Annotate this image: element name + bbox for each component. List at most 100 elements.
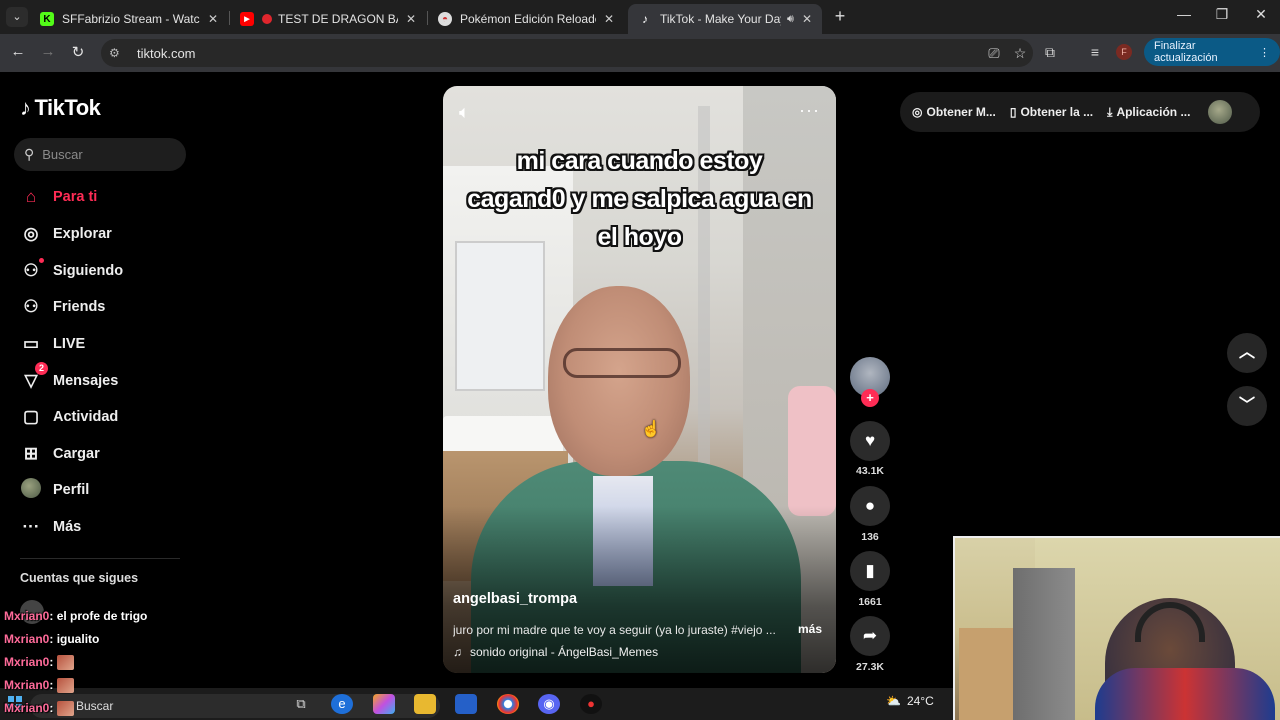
tab-youtube[interactable]: ▶ TEST DE DRAGON BALL 99,9 ✕ [230, 4, 426, 34]
volume-icon[interactable]: 🔈︎ [459, 102, 470, 123]
next-video-button[interactable]: ﹀ [1227, 386, 1267, 426]
video-username[interactable]: angelbasi_trompa [453, 591, 577, 607]
browser-toolbar: ← → ↻ ⚙ tiktok.com ⎚ ☆ ⧉ ≡ [0, 34, 1280, 72]
forward-button[interactable]: → [38, 43, 58, 60]
close-icon[interactable]: ✕ [208, 12, 218, 26]
compass-icon: ◎ [23, 224, 39, 243]
more-link[interactable]: más [798, 622, 822, 636]
sidebar-item-label: Friends [53, 299, 106, 315]
install-app-icon[interactable]: ⎚ [981, 45, 1007, 62]
chat-message: Mxrian0: [4, 678, 74, 694]
tab-kick[interactable]: K SFFabrizio Stream - Watch Live ✕ [30, 4, 228, 34]
tab-tiktok[interactable]: ♪ TikTok - Make Your Day 🔊︎ ✕ [628, 4, 822, 34]
comment-icon: ● [864, 496, 876, 515]
emote-icon [56, 655, 74, 671]
save-count: 1661 [858, 596, 882, 608]
close-icon[interactable]: ✕ [604, 12, 614, 26]
save-button[interactable]: ▮ [850, 551, 890, 591]
desktop-app-button[interactable]: ⤓ Aplicación ... [1107, 105, 1190, 120]
sidebar-item-cargar[interactable]: ⊞ Cargar [20, 442, 100, 466]
sidebar-item-label: LIVE [53, 336, 86, 352]
bookmark-star-icon[interactable]: ☆ [1007, 45, 1033, 62]
video-player[interactable]: mi cara cuando estoy cagand0 y me salpic… [443, 86, 836, 673]
close-icon[interactable]: ✕ [802, 12, 812, 26]
browser-tabbar: ⌄ K SFFabrizio Stream - Watch Live ✕ ▶ T… [0, 0, 1280, 34]
like-button[interactable]: ♥ [850, 421, 890, 461]
header-item-label: Obtener M... [926, 105, 996, 119]
previous-video-button[interactable]: ︿ [1227, 333, 1267, 373]
tab-title: SFFabrizio Stream - Watch Live [62, 12, 200, 26]
sidebar-item-mas[interactable]: ··· Más [20, 515, 82, 539]
chrome-icon[interactable] [497, 694, 519, 714]
sidebar-item-perfil[interactable]: Perfil [20, 477, 89, 502]
back-button[interactable]: ← [8, 43, 28, 60]
extensions-icon[interactable]: ⧉ [1040, 44, 1060, 61]
search-icon: ⚲ [24, 146, 35, 162]
sidebar-item-label: Para ti [53, 189, 98, 205]
reload-button[interactable]: ↻ [68, 43, 88, 61]
tab-pokemon[interactable]: ◓ Pokémon Edición Reloaded ✕ [428, 4, 624, 34]
video-music[interactable]: ♫ sonido original - ÁngelBasi_Memes [453, 645, 658, 659]
sidebar-item-label: Mensajes [53, 373, 119, 389]
close-icon[interactable]: ✕ [406, 12, 416, 26]
discord-icon[interactable]: ◉ [538, 694, 560, 714]
cloud-sun-icon: ⛅ [886, 694, 901, 708]
search-input[interactable] [42, 147, 163, 162]
address-bar[interactable]: ⚙ tiktok.com ⎚ ☆ [101, 39, 1033, 67]
header-item-label: Aplicación ... [1116, 105, 1191, 119]
more-options-icon[interactable]: ··· [799, 100, 820, 121]
chat-user: Mxrian0 [4, 678, 50, 692]
search-box[interactable]: ⚲ [14, 138, 186, 171]
share-button[interactable]: ➦ [850, 616, 890, 656]
comment-count: 136 [861, 531, 879, 543]
store-icon[interactable] [455, 694, 477, 714]
get-app-button[interactable]: ▯ Obtener la ... [1010, 105, 1093, 119]
sidebar-item-explorar[interactable]: ◎ Explorar [20, 222, 112, 246]
upload-icon: ⊞ [23, 444, 39, 463]
more-icon: ··· [22, 517, 40, 536]
obs-icon[interactable]: ● [580, 694, 602, 714]
task-view-icon[interactable]: ⧉ [290, 694, 312, 714]
copilot-icon[interactable] [373, 694, 395, 714]
music-title: sonido original - ÁngelBasi_Memes [470, 645, 659, 659]
sidebar-item-label: Explorar [53, 226, 112, 242]
user-avatar[interactable] [1208, 100, 1233, 124]
media-controls-icon[interactable]: ≡ [1085, 44, 1105, 60]
bookmark-icon: ▮ [865, 561, 875, 580]
profile-avatar[interactable]: F [1116, 44, 1132, 60]
tiktok-note-icon: ♪ [20, 95, 31, 120]
comment-button[interactable]: ● [850, 486, 890, 526]
tab-title: TikTok - Make Your Day [660, 12, 781, 26]
home-icon: ⌂ [25, 187, 37, 206]
pokemon-icon: ◓ [438, 12, 452, 26]
sidebar-item-label: Cargar [53, 446, 100, 462]
tiktok-logo[interactable]: ♪ TikTok [20, 95, 101, 121]
close-window-button[interactable]: ✕ [1251, 6, 1271, 23]
file-explorer-icon[interactable] [414, 694, 436, 714]
sidebar-item-live[interactable]: ▭ LIVE [20, 332, 85, 356]
taskbar-search-label: Buscar [76, 699, 114, 713]
sidebar-item-para-ti[interactable]: ⌂ Para ti [20, 185, 97, 209]
sidebar-item-friends[interactable]: ⚇ Friends [20, 295, 105, 319]
get-coins-button[interactable]: ◎ Obtener M... [912, 105, 996, 119]
maximize-button[interactable]: ❐ [1212, 6, 1232, 23]
chat-message: Mxrian0: igualito [4, 632, 99, 646]
chat-message: Mxrian0: [4, 655, 74, 671]
audio-playing-icon[interactable]: 🔊︎ [787, 13, 794, 26]
follow-plus-icon[interactable]: + [861, 389, 879, 407]
weather-widget[interactable]: ⛅ 24°C [886, 694, 934, 708]
sidebar-item-siguiendo[interactable]: ⚇ Siguiendo [20, 258, 123, 283]
sidebar-item-mensajes[interactable]: ▽ 2 Mensajes [20, 362, 119, 393]
top-header-bar: ◎ Obtener M... ▯ Obtener la ... ⤓ Aplicació… [900, 92, 1260, 132]
minimize-button[interactable]: — [1174, 6, 1194, 22]
site-info-icon[interactable]: ⚙ [109, 46, 125, 60]
music-note-icon: ♫ [453, 645, 462, 659]
sidebar-item-actividad[interactable]: ▢ Actividad [20, 405, 118, 429]
chat-text: : igualito [49, 632, 100, 646]
live-icon: ▭ [22, 334, 40, 353]
new-tab-button[interactable]: + [830, 6, 850, 27]
heart-icon: ♥ [864, 431, 876, 450]
edge-icon[interactable]: e [331, 694, 353, 714]
update-button[interactable]: Finalizar actualización ⋮ [1144, 38, 1280, 66]
tab-search-button[interactable]: ⌄ [6, 7, 28, 27]
